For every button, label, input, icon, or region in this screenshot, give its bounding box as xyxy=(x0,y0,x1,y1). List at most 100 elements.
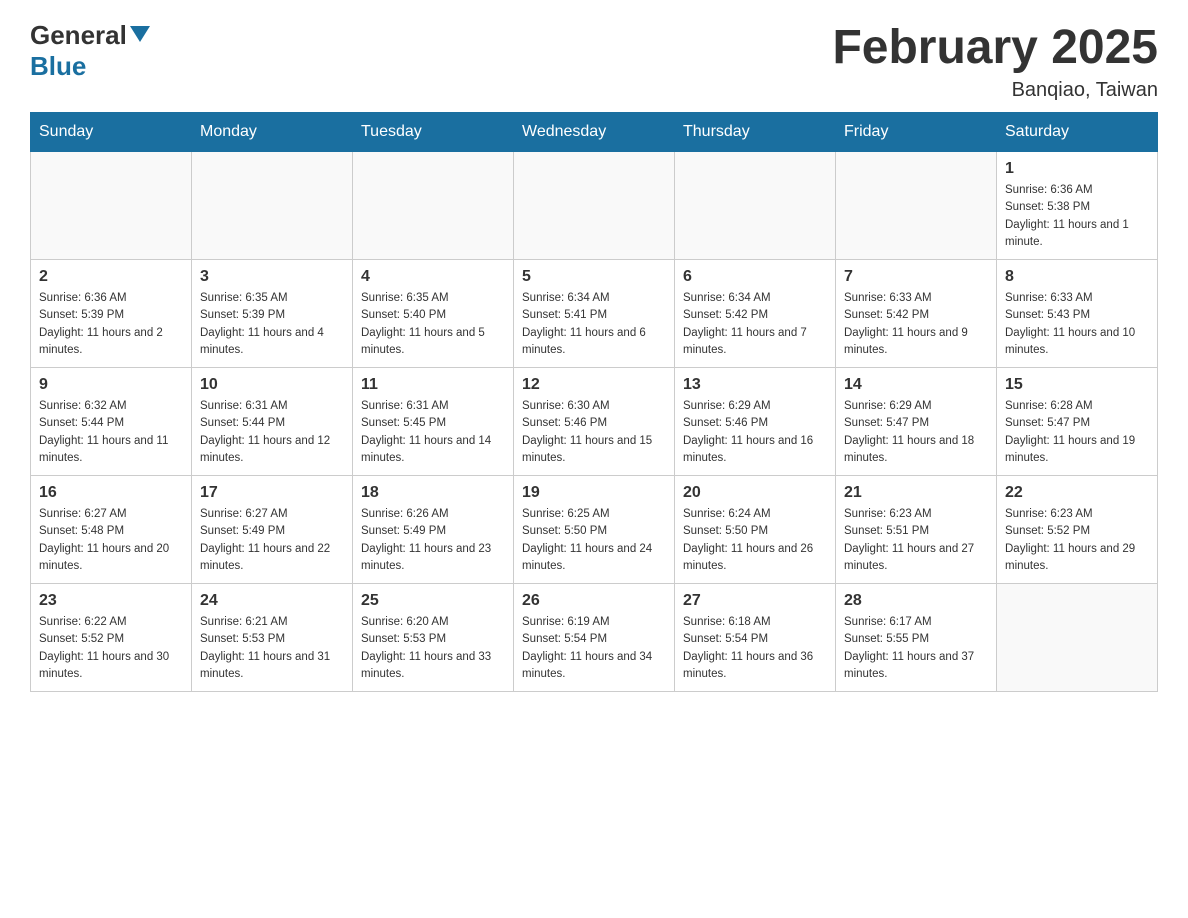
day-info: Sunrise: 6:34 AMSunset: 5:42 PMDaylight:… xyxy=(683,290,827,359)
calendar-cell: 3 Sunrise: 6:35 AMSunset: 5:39 PMDaylight… xyxy=(192,260,353,368)
day-info: Sunrise: 6:33 AMSunset: 5:43 PMDaylight:… xyxy=(1005,290,1149,359)
day-info: Sunrise: 6:31 AMSunset: 5:45 PMDaylight:… xyxy=(361,398,505,467)
week-row-3: 9 Sunrise: 6:32 AMSunset: 5:44 PMDaylight… xyxy=(31,368,1158,476)
calendar-header: SundayMondayTuesdayWednesdayThursdayFrid… xyxy=(31,113,1158,152)
day-info: Sunrise: 6:31 AMSunset: 5:44 PMDaylight:… xyxy=(200,398,344,467)
day-number: 7 xyxy=(844,268,988,286)
header-row: SundayMondayTuesdayWednesdayThursdayFrid… xyxy=(31,113,1158,152)
calendar-cell: 25 Sunrise: 6:20 AMSunset: 5:53 PMDayligh… xyxy=(353,584,514,692)
day-number: 22 xyxy=(1005,484,1149,502)
day-info: Sunrise: 6:21 AMSunset: 5:53 PMDaylight:… xyxy=(200,614,344,683)
logo-blue-label: Blue xyxy=(30,51,86,82)
header-tuesday: Tuesday xyxy=(353,113,514,152)
calendar-cell xyxy=(31,152,192,260)
day-info: Sunrise: 6:20 AMSunset: 5:53 PMDaylight:… xyxy=(361,614,505,683)
day-info: Sunrise: 6:23 AMSunset: 5:52 PMDaylight:… xyxy=(1005,506,1149,575)
day-info: Sunrise: 6:18 AMSunset: 5:54 PMDaylight:… xyxy=(683,614,827,683)
day-info: Sunrise: 6:29 AMSunset: 5:47 PMDaylight:… xyxy=(844,398,988,467)
calendar-cell: 24 Sunrise: 6:21 AMSunset: 5:53 PMDayligh… xyxy=(192,584,353,692)
day-number: 2 xyxy=(39,268,183,286)
calendar-cell xyxy=(514,152,675,260)
day-number: 23 xyxy=(39,592,183,610)
header-thursday: Thursday xyxy=(675,113,836,152)
week-row-5: 23 Sunrise: 6:22 AMSunset: 5:52 PMDayligh… xyxy=(31,584,1158,692)
calendar-cell: 12Sunrise: 6:30 AMSunset: 5:46 PMDayligh… xyxy=(514,368,675,476)
day-number: 11 xyxy=(361,376,505,394)
day-number: 19 xyxy=(522,484,666,502)
calendar-cell: 16 Sunrise: 6:27 AMSunset: 5:48 PMDayligh… xyxy=(31,476,192,584)
day-info: Sunrise: 6:23 AMSunset: 5:51 PMDaylight:… xyxy=(844,506,988,575)
header-friday: Friday xyxy=(836,113,997,152)
calendar-cell: 13 Sunrise: 6:29 AMSunset: 5:46 PMDayligh… xyxy=(675,368,836,476)
day-number: 16 xyxy=(39,484,183,502)
calendar-table: SundayMondayTuesdayWednesdayThursdayFrid… xyxy=(30,112,1158,692)
calendar-cell: 6 Sunrise: 6:34 AMSunset: 5:42 PMDaylight… xyxy=(675,260,836,368)
calendar-cell: 27 Sunrise: 6:18 AMSunset: 5:54 PMDayligh… xyxy=(675,584,836,692)
day-info: Sunrise: 6:34 AMSunset: 5:41 PMDaylight:… xyxy=(522,290,666,359)
header-saturday: Saturday xyxy=(997,113,1158,152)
day-info: Sunrise: 6:27 AMSunset: 5:49 PMDaylight:… xyxy=(200,506,344,575)
header-sunday: Sunday xyxy=(31,113,192,152)
day-info: Sunrise: 6:24 AMSunset: 5:50 PMDaylight:… xyxy=(683,506,827,575)
logo-arrow-icon xyxy=(130,26,150,42)
day-info: Sunrise: 6:36 AMSunset: 5:39 PMDaylight:… xyxy=(39,290,183,359)
calendar-cell: 26 Sunrise: 6:19 AMSunset: 5:54 PMDayligh… xyxy=(514,584,675,692)
calendar-cell: 14Sunrise: 6:29 AMSunset: 5:47 PMDayligh… xyxy=(836,368,997,476)
day-number: 3 xyxy=(200,268,344,286)
week-row-2: 2 Sunrise: 6:36 AMSunset: 5:39 PMDaylight… xyxy=(31,260,1158,368)
day-info: Sunrise: 6:19 AMSunset: 5:54 PMDaylight:… xyxy=(522,614,666,683)
calendar-cell: 2 Sunrise: 6:36 AMSunset: 5:39 PMDaylight… xyxy=(31,260,192,368)
day-number: 28 xyxy=(844,592,988,610)
calendar-cell: 22 Sunrise: 6:23 AMSunset: 5:52 PMDayligh… xyxy=(997,476,1158,584)
day-number: 5 xyxy=(522,268,666,286)
calendar-cell xyxy=(353,152,514,260)
day-info: Sunrise: 6:25 AMSunset: 5:50 PMDaylight:… xyxy=(522,506,666,575)
day-number: 21 xyxy=(844,484,988,502)
calendar-cell: 21 Sunrise: 6:23 AMSunset: 5:51 PMDayligh… xyxy=(836,476,997,584)
day-number: 8 xyxy=(1005,268,1149,286)
day-number: 24 xyxy=(200,592,344,610)
day-number: 9 xyxy=(39,376,183,394)
day-number: 25 xyxy=(361,592,505,610)
calendar-cell: 10Sunrise: 6:31 AMSunset: 5:44 PMDayligh… xyxy=(192,368,353,476)
day-info: Sunrise: 6:26 AMSunset: 5:49 PMDaylight:… xyxy=(361,506,505,575)
calendar-title: February 2025 xyxy=(832,20,1158,75)
day-info: Sunrise: 6:29 AMSunset: 5:46 PMDaylight:… xyxy=(683,398,827,467)
calendar-cell: 15Sunrise: 6:28 AMSunset: 5:47 PMDayligh… xyxy=(997,368,1158,476)
day-number: 20 xyxy=(683,484,827,502)
day-number: 27 xyxy=(683,592,827,610)
logo-general-text: General xyxy=(30,20,150,51)
day-number: 13 xyxy=(683,376,827,394)
day-info: Sunrise: 6:17 AMSunset: 5:55 PMDaylight:… xyxy=(844,614,988,683)
calendar-cell: 4 Sunrise: 6:35 AMSunset: 5:40 PMDaylight… xyxy=(353,260,514,368)
day-info: Sunrise: 6:35 AMSunset: 5:40 PMDaylight:… xyxy=(361,290,505,359)
day-number: 17 xyxy=(200,484,344,502)
day-info: Sunrise: 6:32 AMSunset: 5:44 PMDaylight:… xyxy=(39,398,183,467)
day-info: Sunrise: 6:35 AMSunset: 5:39 PMDaylight:… xyxy=(200,290,344,359)
day-number: 4 xyxy=(361,268,505,286)
day-number: 1 xyxy=(1005,160,1149,178)
day-info: Sunrise: 6:36 AMSunset: 5:38 PMDaylight:… xyxy=(1005,182,1149,251)
week-row-4: 16 Sunrise: 6:27 AMSunset: 5:48 PMDayligh… xyxy=(31,476,1158,584)
day-info: Sunrise: 6:27 AMSunset: 5:48 PMDaylight:… xyxy=(39,506,183,575)
calendar-cell: 20 Sunrise: 6:24 AMSunset: 5:50 PMDayligh… xyxy=(675,476,836,584)
calendar-cell: 23 Sunrise: 6:22 AMSunset: 5:52 PMDayligh… xyxy=(31,584,192,692)
calendar-cell xyxy=(997,584,1158,692)
day-info: Sunrise: 6:33 AMSunset: 5:42 PMDaylight:… xyxy=(844,290,988,359)
week-row-1: 1 Sunrise: 6:36 AMSunset: 5:38 PMDaylight… xyxy=(31,152,1158,260)
header-wednesday: Wednesday xyxy=(514,113,675,152)
calendar-cell xyxy=(675,152,836,260)
calendar-cell: 9 Sunrise: 6:32 AMSunset: 5:44 PMDaylight… xyxy=(31,368,192,476)
calendar-cell: 17 Sunrise: 6:27 AMSunset: 5:49 PMDayligh… xyxy=(192,476,353,584)
calendar-cell: 19 Sunrise: 6:25 AMSunset: 5:50 PMDayligh… xyxy=(514,476,675,584)
day-info: Sunrise: 6:30 AMSunset: 5:46 PMDaylight:… xyxy=(522,398,666,467)
calendar-cell xyxy=(836,152,997,260)
logo: General Blue xyxy=(30,20,150,82)
calendar-cell: 1 Sunrise: 6:36 AMSunset: 5:38 PMDaylight… xyxy=(997,152,1158,260)
calendar-cell: 8 Sunrise: 6:33 AMSunset: 5:43 PMDaylight… xyxy=(997,260,1158,368)
day-number: 26 xyxy=(522,592,666,610)
day-info: Sunrise: 6:22 AMSunset: 5:52 PMDaylight:… xyxy=(39,614,183,683)
header-monday: Monday xyxy=(192,113,353,152)
day-number: 6 xyxy=(683,268,827,286)
day-number: 15 xyxy=(1005,376,1149,394)
